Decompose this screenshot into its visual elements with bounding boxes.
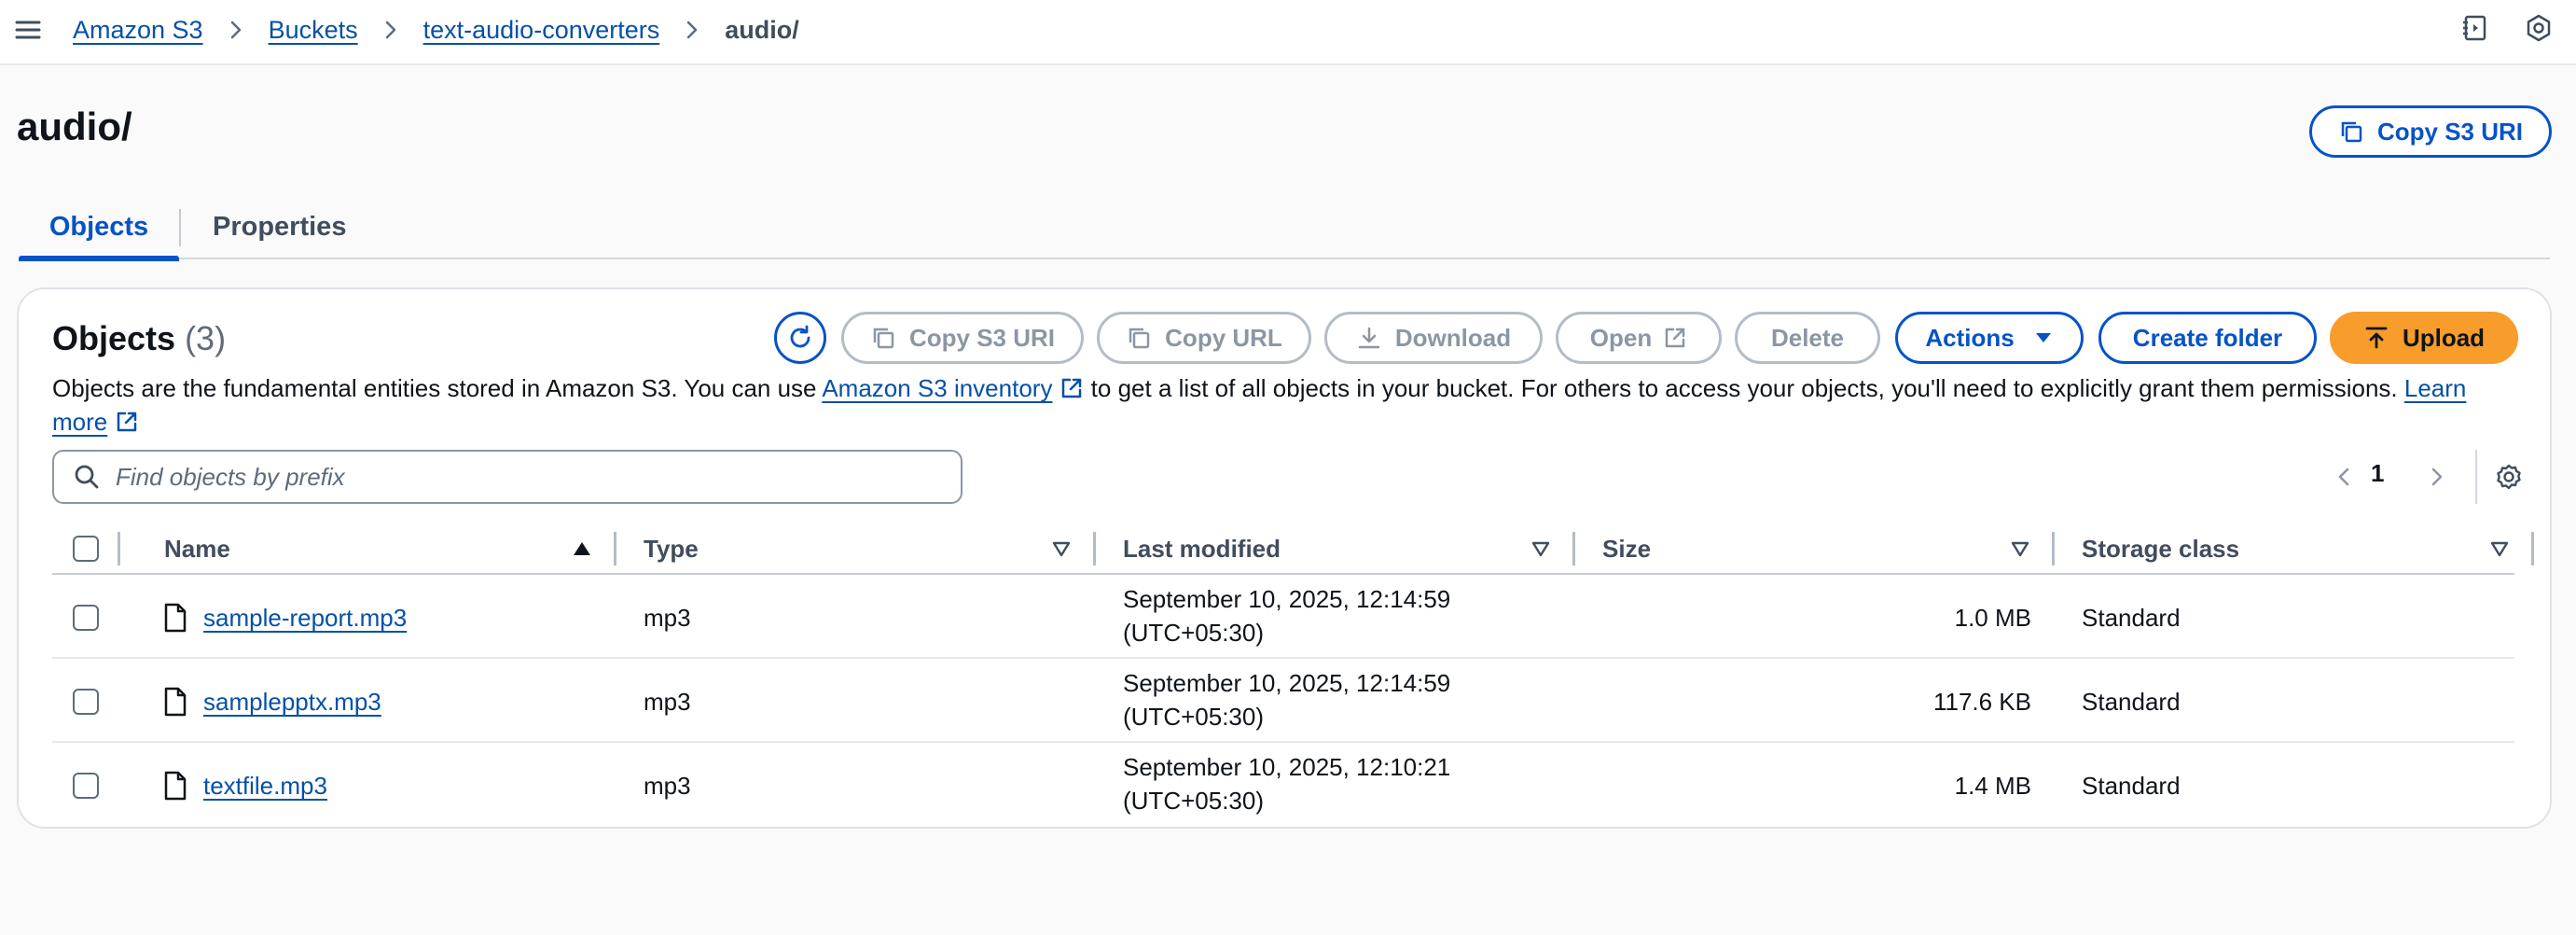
object-storage-class: Standard: [2082, 604, 2181, 632]
breadcrumb-bucket-name[interactable]: text-audio-converters: [423, 16, 660, 45]
sort-icon[interactable]: [2009, 537, 2031, 560]
chevron-left-icon[interactable]: [2332, 455, 2356, 498]
create-folder-button[interactable]: Create folder: [2098, 312, 2317, 364]
chevron-right-icon: [224, 18, 248, 42]
menu-icon[interactable]: [13, 15, 43, 45]
objects-count: (3): [185, 319, 227, 357]
pager-divider: [2475, 450, 2477, 504]
tab-divider: [179, 209, 181, 246]
object-name-link[interactable]: textfile.mp3: [203, 772, 327, 800]
breadcrumb-amazon-s3[interactable]: Amazon S3: [73, 16, 203, 45]
object-last-modified: September 10, 2025, 12:14:59 (UTC+05:30): [1123, 585, 1451, 647]
column-separator[interactable]: [1093, 532, 1096, 565]
object-last-modified: September 10, 2025, 12:14:59 (UTC+05:30): [1123, 669, 1451, 731]
column-separator[interactable]: [614, 532, 616, 565]
notes-icon[interactable]: [2460, 13, 2490, 43]
column-header-storage-class[interactable]: Storage class: [2082, 523, 2239, 575]
object-storage-class: Standard: [2082, 772, 2181, 800]
sort-icon[interactable]: [1530, 537, 1552, 560]
upload-button[interactable]: Upload: [2330, 312, 2518, 364]
chevron-right-icon: [379, 18, 403, 42]
actions-dropdown-button[interactable]: Actions: [1895, 312, 2084, 364]
upload-icon: [2365, 327, 2388, 349]
column-separator[interactable]: [1572, 532, 1575, 565]
copy-icon: [873, 328, 894, 349]
object-storage-class: Standard: [2082, 688, 2181, 716]
inventory-link[interactable]: Amazon S3 inventory: [822, 374, 1052, 402]
tab-properties[interactable]: Properties: [213, 194, 346, 259]
chevron-right-icon[interactable]: [2425, 455, 2449, 498]
sort-ascending-icon[interactable]: [571, 537, 593, 560]
chevron-right-icon: [680, 18, 704, 42]
table-row[interactable]: textfile.mp3 mp3 September 10, 2025, 12:…: [52, 743, 2514, 827]
search-field[interactable]: [52, 450, 963, 504]
column-header-type[interactable]: Type: [644, 523, 699, 575]
external-link-icon: [1059, 376, 1084, 400]
external-link-icon: [115, 410, 139, 434]
refresh-icon: [790, 325, 810, 348]
row-checkbox[interactable]: [73, 689, 99, 715]
external-link-icon: [1665, 328, 1685, 348]
object-size: 1.4 MB: [1954, 772, 2031, 800]
copy-icon: [1129, 328, 1150, 349]
top-navigation-bar: Amazon S3 Buckets text-audio-converters …: [0, 0, 2576, 65]
caret-down-icon: [2035, 333, 2051, 342]
sort-icon[interactable]: [1050, 537, 1073, 560]
delete-button[interactable]: Delete: [1735, 312, 1880, 364]
tab-bar: Objects Properties: [19, 194, 2550, 261]
tab-objects[interactable]: Objects: [19, 194, 179, 261]
table-header: Name Type Last modified Size Storage cla…: [52, 523, 2534, 575]
row-checkbox[interactable]: [73, 773, 99, 799]
copy-s3-uri-header-button[interactable]: Copy S3 URI: [2309, 105, 2552, 158]
open-button[interactable]: Open: [1556, 312, 1722, 364]
column-header-last-modified[interactable]: Last modified: [1123, 523, 1281, 575]
search-icon: [75, 465, 99, 489]
breadcrumb-current: audio/: [725, 15, 799, 44]
download-icon: [1358, 327, 1380, 349]
object-size: 117.6 KB: [1932, 688, 2031, 716]
object-type: mp3: [644, 604, 691, 632]
download-button[interactable]: Download: [1324, 312, 1543, 364]
copy-icon: [2341, 121, 2362, 143]
table-row[interactable]: samplepptx.mp3 mp3 September 10, 2025, 1…: [52, 659, 2514, 743]
page-number[interactable]: 1: [2371, 459, 2384, 488]
object-name-link[interactable]: samplepptx.mp3: [203, 688, 381, 716]
gear-icon[interactable]: [2494, 455, 2524, 498]
objects-heading: Objects (3): [52, 319, 227, 357]
page-title: audio/: [17, 105, 132, 148]
copy-s3-uri-button[interactable]: Copy S3 URI: [841, 312, 1084, 364]
breadcrumb: Amazon S3 Buckets text-audio-converters …: [73, 0, 799, 60]
select-all-checkbox[interactable]: [73, 536, 99, 562]
file-icon: [164, 687, 187, 717]
copy-url-button[interactable]: Copy URL: [1097, 312, 1311, 364]
objects-panel: Objects (3) Copy S3 URI Copy URL Downloa…: [17, 287, 2552, 829]
objects-description: Objects are the fundamental entities sto…: [52, 374, 2467, 436]
column-header-name[interactable]: Name: [164, 523, 230, 575]
object-name-link[interactable]: sample-report.mp3: [203, 604, 407, 632]
row-checkbox[interactable]: [73, 605, 99, 631]
breadcrumb-buckets[interactable]: Buckets: [269, 16, 358, 45]
settings-hex-icon[interactable]: [2524, 13, 2554, 43]
column-separator[interactable]: [2052, 532, 2055, 565]
table-row[interactable]: sample-report.mp3 mp3 September 10, 2025…: [52, 575, 2514, 659]
file-icon: [164, 603, 187, 633]
search-input[interactable]: [116, 462, 918, 492]
refresh-button[interactable]: [774, 312, 826, 364]
column-separator[interactable]: [2531, 532, 2534, 565]
object-type: mp3: [644, 772, 691, 800]
object-size: 1.0 MB: [1954, 604, 2031, 632]
column-separator: [118, 532, 120, 565]
object-type: mp3: [644, 688, 691, 716]
sort-icon[interactable]: [2488, 537, 2511, 560]
object-last-modified: September 10, 2025, 12:10:21 (UTC+05:30): [1123, 753, 1451, 815]
column-header-size[interactable]: Size: [1602, 523, 1651, 575]
file-icon: [164, 771, 187, 801]
